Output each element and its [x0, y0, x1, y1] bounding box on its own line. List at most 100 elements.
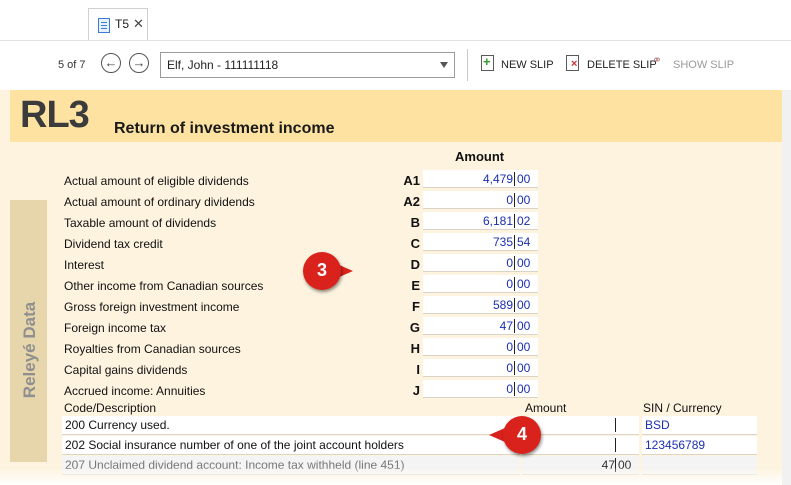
box-row: Royalties from Canadian sources H 0 00	[0, 337, 782, 358]
decimal-divider	[514, 340, 515, 354]
form-code: RL3	[20, 94, 90, 136]
amount-field[interactable]: 0 00	[423, 191, 538, 209]
next-slip-button[interactable]: →	[129, 53, 149, 73]
code-description-header: Code/Description	[64, 401, 157, 415]
amount-cents: 00	[517, 193, 531, 207]
box-code: G	[409, 320, 420, 335]
close-icon[interactable]: ✕	[133, 16, 144, 32]
amount-field[interactable]: 735 54	[423, 233, 538, 251]
tab-bar: T5 ✕	[0, 0, 791, 40]
amount-dollars: 47	[499, 319, 513, 333]
amount-dollars: 735	[492, 235, 513, 249]
decimal-divider	[514, 256, 515, 270]
previous-slip-button[interactable]: ←	[101, 53, 121, 73]
callout-3: 3	[303, 252, 353, 290]
box-row: Actual amount of eligible dividends A1 4…	[0, 169, 782, 190]
box-label: Interest	[64, 258, 105, 272]
box-row: Taxable amount of dividends B 6,181 02	[0, 211, 782, 232]
amount-field[interactable]: 0 00	[423, 359, 538, 377]
box-code: C	[410, 236, 420, 251]
box-row: Other income from Canadian sources E 0 00	[0, 274, 782, 295]
delete-slip-button[interactable]: DELETE SLIP	[587, 59, 657, 71]
amount-field[interactable]: 6,181 02	[423, 212, 538, 230]
box-row: Interest D 0 00	[0, 253, 782, 274]
box-label: Accrued income: Annuities	[64, 384, 206, 398]
show-slip-icon: ⚭	[652, 53, 663, 67]
sin-currency-field[interactable]: BSD	[642, 416, 757, 435]
amount-cents: 00	[517, 361, 531, 375]
box-code: E	[411, 278, 420, 293]
sin-currency-field[interactable]: 123456789	[642, 436, 757, 455]
box-code: J	[412, 383, 420, 398]
document-icon	[98, 18, 110, 33]
amount-dollars: 0	[506, 277, 513, 291]
box-row: Dividend tax credit C 735 54	[0, 232, 782, 253]
amount-dollars: 0	[506, 361, 513, 375]
code-row: 202 Social insurance number of one of th…	[62, 436, 762, 455]
decimal-divider	[514, 382, 515, 396]
amount-dollars: 6,181	[482, 214, 513, 228]
box-label: Other income from Canadian sources	[64, 279, 264, 293]
amount-header: Amount	[455, 149, 505, 164]
toolbar-divider	[467, 49, 468, 81]
amount-cents: 00	[517, 277, 531, 291]
decimal-divider	[514, 172, 515, 186]
callout-number: 4	[516, 424, 527, 444]
amount-field[interactable]: 0 00	[423, 338, 538, 356]
decimal-divider	[514, 214, 515, 228]
box-code: A2	[403, 194, 420, 209]
decimal-divider	[514, 193, 515, 207]
amount-cents: 00	[517, 382, 531, 396]
slip-form: RL3 Return of investment income Releyé D…	[0, 90, 782, 485]
new-slip-icon[interactable]	[481, 54, 494, 71]
amount-field[interactable]: 0 00	[423, 254, 538, 272]
box-label: Actual amount of ordinary dividends	[64, 195, 255, 209]
box-row: Accrued income: Annuities J 0 00	[0, 379, 782, 400]
delete-slip-icon[interactable]	[566, 55, 579, 71]
new-slip-button[interactable]: NEW SLIP	[501, 59, 554, 71]
amount-field[interactable]: 589 00	[423, 296, 538, 314]
box-row: Foreign income tax G 47 00	[0, 316, 782, 337]
amount-field[interactable]: 4,479 00	[423, 170, 538, 188]
box-label: Gross foreign investment income	[64, 300, 240, 314]
decimal-divider	[514, 235, 515, 249]
code-description-field[interactable]: 202 Social insurance number of one of th…	[62, 436, 520, 455]
amount-cents: 02	[517, 214, 531, 228]
vertical-scrollbar[interactable]	[782, 90, 791, 485]
form-title: Return of investment income	[114, 120, 335, 137]
box-row: Capital gains dividends I 0 00	[0, 358, 782, 379]
amount-field[interactable]: 0 00	[423, 275, 538, 293]
box-code: A1	[403, 173, 420, 188]
amount-dollars: 0	[506, 340, 513, 354]
code-row: 200 Currency used. BSD	[62, 416, 762, 435]
amount-dollars: 589	[492, 298, 513, 312]
box-label: Actual amount of eligible dividends	[64, 174, 249, 188]
sin-currency-header: SIN / Currency	[643, 401, 722, 415]
tab-label: T5	[115, 17, 130, 31]
slip-toolbar: 5 of 7 ← → Elf, John - 111111118 NEW SLI…	[0, 40, 791, 91]
callout-number: 3	[316, 260, 327, 280]
box-code: D	[410, 257, 420, 272]
box-label: Royalties from Canadian sources	[64, 342, 241, 356]
amount-dollars: 0	[506, 256, 513, 270]
box-row: Actual amount of ordinary dividends A2 0…	[0, 190, 782, 211]
box-row: Gross foreign investment income F 589 00	[0, 295, 782, 316]
code-description-field[interactable]: 200 Currency used.	[62, 416, 520, 435]
amount-field[interactable]: 0 00	[423, 380, 538, 398]
amount-dollars: 4,479	[482, 172, 513, 186]
callout-4: 4	[489, 416, 541, 454]
decimal-divider	[615, 418, 616, 432]
amount-dollars: 0	[506, 193, 513, 207]
amount-field[interactable]: 47 00	[423, 317, 538, 335]
box-label: Taxable amount of dividends	[64, 216, 217, 230]
box-code: B	[410, 215, 420, 230]
recipient-value: Elf, John - 111111118	[167, 58, 279, 72]
code-amount-header: Amount	[525, 401, 567, 415]
recipient-select[interactable]: Elf, John - 111111118	[160, 52, 455, 78]
box-label: Dividend tax credit	[64, 237, 163, 251]
box-code: H	[410, 341, 420, 356]
tab-t5[interactable]: T5 ✕	[88, 8, 148, 40]
amount-cents: 00	[517, 340, 531, 354]
decimal-divider	[615, 438, 616, 452]
amount-cents: 00	[517, 172, 531, 186]
